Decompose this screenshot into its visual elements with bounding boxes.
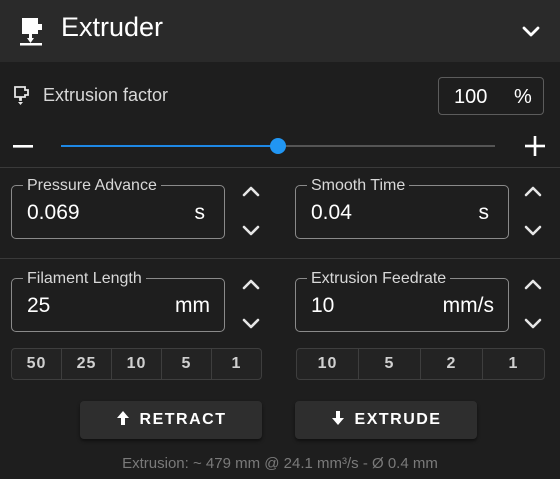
feedrate-preset-button[interactable]: 10: [297, 349, 359, 379]
smooth-time-value: 0.04: [311, 201, 352, 224]
extrusion-feedrate-label: Extrusion Feedrate: [307, 270, 451, 288]
feedrate-presets: 10 5 2 1: [296, 348, 545, 380]
filament-length-increase-icon[interactable]: [236, 270, 266, 300]
arrow-down-icon: [331, 410, 345, 431]
pressure-advance-value: 0.069: [27, 201, 80, 224]
extrusion-factor-icon: [12, 85, 32, 112]
panel-title: Extruder: [61, 12, 164, 42]
slider-thumb[interactable]: [270, 138, 286, 154]
retract-button[interactable]: RETRACT: [80, 401, 262, 439]
plus-icon[interactable]: [524, 135, 546, 162]
filament-length-preset-button[interactable]: 50: [12, 349, 62, 379]
extruder-icon: [18, 16, 44, 51]
filament-length-unit: mm: [175, 294, 210, 317]
extrusion-factor-unit: %: [514, 86, 532, 108]
smooth-time-label: Smooth Time: [307, 177, 410, 195]
divider: [0, 167, 560, 168]
pressure-advance-label: Pressure Advance: [23, 177, 161, 195]
smooth-time-increase-icon[interactable]: [518, 177, 548, 207]
retract-label: RETRACT: [139, 411, 227, 428]
pressure-advance-decrease-icon[interactable]: [236, 215, 266, 245]
extrusion-factor-value: 100: [454, 86, 488, 108]
feedrate-preset-button[interactable]: 1: [483, 349, 544, 379]
pressure-advance-unit: s: [194, 201, 206, 224]
filament-length-presets: 50 25 10 5 1: [11, 348, 262, 380]
filament-length-preset-button[interactable]: 5: [162, 349, 212, 379]
feedrate-preset-button[interactable]: 2: [421, 349, 483, 379]
extrude-button[interactable]: EXTRUDE: [295, 401, 477, 439]
filament-length-label: Filament Length: [23, 270, 146, 288]
minus-icon[interactable]: [12, 136, 34, 161]
divider: [0, 258, 560, 259]
extrusion-feedrate-unit: mm/s: [442, 294, 494, 317]
feedrate-preset-button[interactable]: 5: [359, 349, 421, 379]
extrusion-feedrate-decrease-icon[interactable]: [518, 308, 548, 338]
arrow-up-icon: [116, 410, 130, 431]
slider-fill: [61, 145, 278, 147]
smooth-time-unit: s: [478, 201, 490, 224]
smooth-time-decrease-icon[interactable]: [518, 215, 548, 245]
filament-length-preset-button[interactable]: 25: [62, 349, 112, 379]
extrusion-feedrate-increase-icon[interactable]: [518, 270, 548, 300]
filament-length-preset-button[interactable]: 10: [112, 349, 162, 379]
pressure-advance-increase-icon[interactable]: [236, 177, 266, 207]
chevron-down-icon[interactable]: [516, 16, 546, 46]
extrusion-feedrate-value: 10: [311, 294, 335, 317]
filament-length-value: 25: [27, 294, 51, 317]
extrusion-factor-label: Extrusion factor: [43, 85, 169, 105]
filament-length-decrease-icon[interactable]: [236, 308, 266, 338]
extrude-label: EXTRUDE: [354, 411, 442, 428]
filament-length-preset-button[interactable]: 1: [212, 349, 261, 379]
extrusion-summary: Extrusion: ~ 479 mm @ 24.1 mm³/s - Ø 0.4…: [122, 455, 438, 472]
